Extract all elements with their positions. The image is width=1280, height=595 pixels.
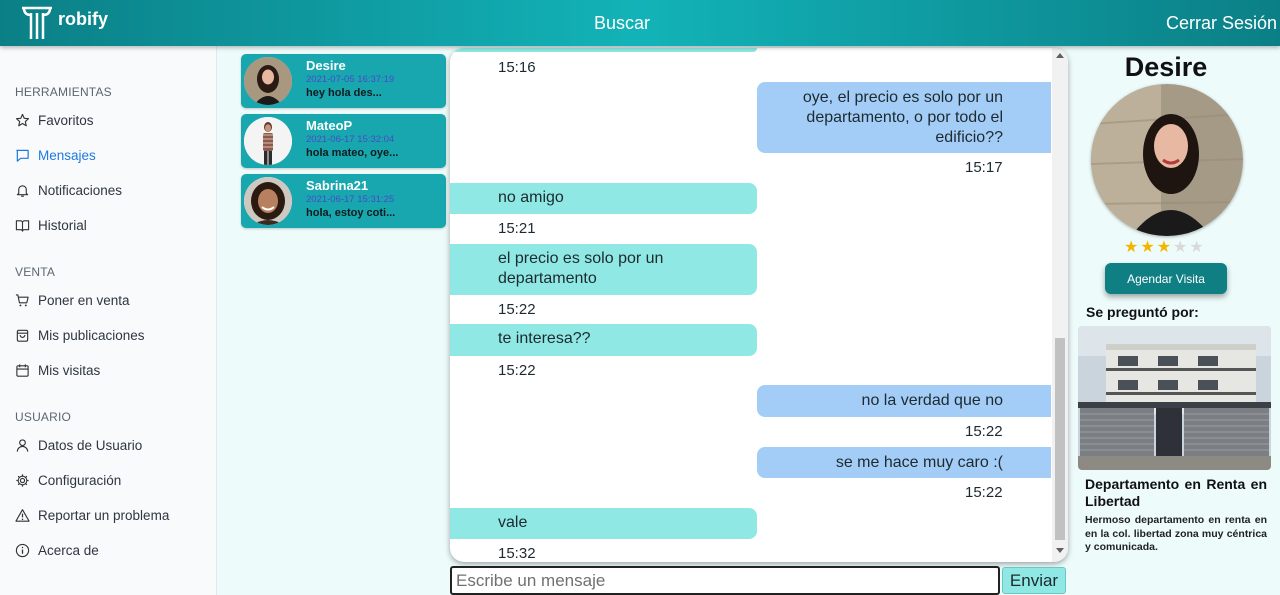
nav-item-notificaciones[interactable]: Notificaciones [15, 180, 122, 200]
message-input[interactable] [450, 566, 1000, 595]
nav-item-mis-visitas[interactable]: Mis visitas [15, 360, 100, 380]
message-time: 15:22 [498, 362, 536, 379]
nav-label: Mis visitas [38, 362, 101, 378]
nav-item-datos-de-usuario[interactable]: Datos de Usuario [15, 435, 142, 455]
chat-scrollbar[interactable] [1052, 48, 1068, 562]
warning-icon [15, 508, 30, 522]
message-bubble-incoming: no amigo [450, 183, 757, 214]
property-description: Hermoso departamento en renta en en la c… [1085, 514, 1267, 553]
message-time: 15:22 [965, 423, 1003, 440]
scroll-thumb[interactable] [1055, 338, 1065, 540]
message-time: 15:22 [498, 301, 536, 318]
chat-panel: 15:16 oye, el precio es solo por un depa… [450, 48, 1068, 562]
star-filled-icon: ★ [1156, 239, 1172, 256]
bell-icon [16, 184, 29, 197]
conversation-name: Desire [306, 58, 346, 73]
nav-label: Poner en venta [38, 292, 130, 308]
nav-label: Configuración [38, 472, 122, 488]
rating-stars: ★ ★ ★ ★ ★ [1124, 239, 1204, 257]
scroll-up-icon[interactable] [1056, 53, 1064, 58]
property-title[interactable]: Departamento en Renta en Libertad [1085, 476, 1267, 510]
property-image[interactable] [1078, 326, 1271, 470]
avatar [244, 117, 292, 165]
star-filled-icon: ★ [1140, 239, 1155, 256]
nav-label: Mis publicaciones [38, 327, 145, 343]
sidebar: HERRAMIENTAS Favoritos Mensajes Notifica… [0, 46, 217, 595]
conversation-preview: hola mateo, oye... [306, 147, 399, 159]
conversation-date: 2021-06-17 15:32:04 [306, 134, 395, 145]
send-button[interactable]: Enviar [1002, 567, 1066, 594]
schedule-visit-button[interactable]: Agendar Visita [1105, 263, 1227, 294]
section-title-herramientas: HERRAMIENTAS [15, 85, 112, 99]
cart-icon [15, 293, 29, 306]
conversation-name: Sabrina21 [306, 178, 369, 193]
nav-item-favoritos[interactable]: Favoritos [15, 110, 94, 130]
nav-label: Mensajes [38, 147, 96, 163]
message-bubble-incoming: el precio es solo por un departamento [450, 244, 757, 295]
message-bubble-outgoing: no la verdad que no [757, 385, 1051, 417]
profile-photo [1091, 84, 1243, 236]
conversation-date: 2021-07-05 16:37:19 [306, 74, 395, 85]
nav-item-reportar-problema[interactable]: Reportar un problema [15, 505, 169, 525]
section-title-venta: VENTA [15, 265, 56, 279]
top-bar: robify Buscar Cerrar Sesión [0, 0, 1280, 46]
nav-label: Reportar un problema [38, 507, 170, 523]
bag-icon [16, 329, 29, 342]
asked-about-label: Se preguntó por: [1086, 304, 1199, 320]
avatar [244, 57, 292, 105]
nav-item-mis-publicaciones[interactable]: Mis publicaciones [15, 325, 145, 345]
calendar-icon [16, 363, 29, 377]
message-icon [16, 149, 29, 162]
message-bubble-incoming: te interesa?? [450, 324, 757, 356]
logo-icon [22, 6, 52, 39]
message-bubble-incoming [450, 48, 757, 52]
info-icon [15, 543, 30, 557]
conversation-name: MateoP [306, 118, 353, 133]
section-title-usuario: USUARIO [15, 410, 72, 424]
conversation-preview: hey hola des... [306, 87, 382, 99]
avatar [244, 177, 292, 225]
nav-label: Datos de Usuario [38, 437, 143, 453]
message-bubble-outgoing: se me hace muy caro :( [757, 447, 1051, 478]
profile-panel: Desire ★ ★ ★ ★ ★ Agendar Visita Se pregu… [1078, 46, 1280, 595]
logout-link[interactable]: Cerrar Sesión [1166, 13, 1277, 34]
conversation-preview: hola, estoy coti... [306, 207, 396, 219]
search-link[interactable]: Buscar [594, 13, 650, 34]
nav-label: Favoritos [38, 112, 94, 128]
conversation-item[interactable]: Desire 2021-07-05 16:37:19 hey hola des.… [241, 54, 446, 108]
star-empty-icon: ★ [1173, 239, 1188, 256]
conversation-item[interactable]: MateoP 2021-06-17 15:32:04 hola mateo, o… [241, 114, 446, 168]
message-time: 15:32 [498, 545, 536, 562]
user-icon [16, 438, 29, 452]
nav-label: Acerca de [38, 542, 99, 558]
nav-label: Historial [38, 217, 87, 233]
nav-label: Notificaciones [38, 182, 123, 198]
message-time: 15:16 [498, 59, 536, 76]
profile-name: Desire [1124, 52, 1208, 82]
message-time: 15:21 [498, 220, 536, 237]
book-icon [15, 219, 30, 232]
conversation-date: 2021-06-17 15:31:25 [306, 194, 395, 205]
star-empty-icon: ★ [1189, 239, 1204, 256]
message-time: 15:17 [965, 159, 1003, 176]
nav-item-poner-en-venta[interactable]: Poner en venta [15, 290, 130, 310]
nav-item-historial[interactable]: Historial [15, 215, 87, 235]
logo[interactable]: robify [20, 5, 108, 41]
logo-text: robify [58, 8, 109, 29]
scroll-down-icon[interactable] [1056, 548, 1064, 553]
star-filled-icon: ★ [1124, 239, 1139, 256]
message-time: 15:22 [965, 484, 1003, 501]
gear-icon [16, 473, 29, 487]
nav-item-acerca-de[interactable]: Acerca de [15, 540, 99, 560]
star-icon [15, 113, 30, 126]
message-bubble-outgoing: oye, el precio es solo por un departamen… [757, 82, 1051, 153]
conversation-item[interactable]: Sabrina21 2021-06-17 15:31:25 hola, esto… [241, 174, 446, 228]
message-bubble-incoming: vale [450, 508, 757, 539]
nav-item-configuracion[interactable]: Configuración [15, 470, 121, 490]
nav-item-mensajes[interactable]: Mensajes [15, 145, 96, 165]
